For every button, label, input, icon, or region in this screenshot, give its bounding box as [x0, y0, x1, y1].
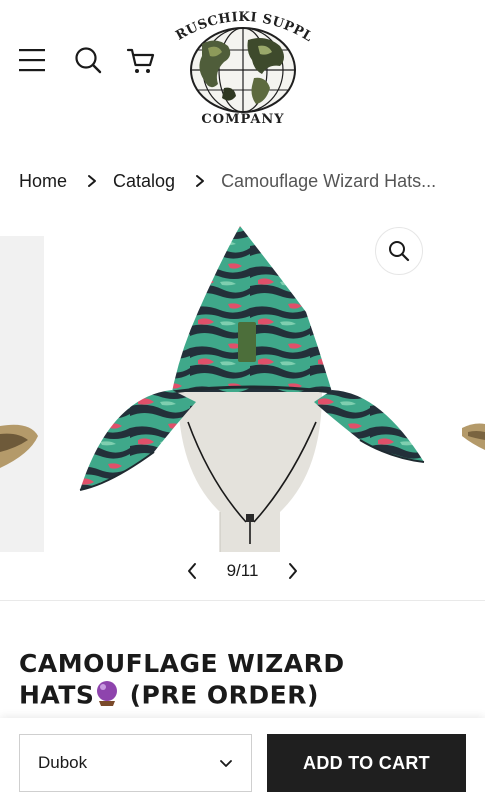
- menu-icon[interactable]: [16, 44, 48, 76]
- zoom-icon: [389, 241, 410, 262]
- chevron-right-icon: [195, 174, 205, 188]
- product-title-line2-post: (PRE ORDER): [120, 680, 319, 710]
- sticky-purchase-bar: Dubok ADD TO CART: [0, 718, 485, 800]
- product-image-camo-wizard-hat[interactable]: [70, 222, 430, 552]
- breadcrumb-home[interactable]: Home: [19, 171, 67, 192]
- site-header: KRUSCHIKI SUPPLY COMPANY: [0, 0, 485, 140]
- variant-selected-value: Dubok: [38, 753, 88, 772]
- product-title-line1: CAMOUFLAGE WIZARD: [19, 649, 345, 678]
- crystal-ball-icon: [94, 679, 120, 714]
- previous-slide-preview[interactable]: [0, 236, 44, 552]
- next-slide-preview[interactable]: [458, 236, 485, 552]
- zoom-button[interactable]: [375, 227, 423, 275]
- product-title-line2-pre: HATS: [19, 680, 95, 710]
- add-to-cart-button[interactable]: ADD TO CART: [267, 734, 466, 792]
- previous-image-button[interactable]: [180, 559, 204, 583]
- chevron-down-icon: [220, 760, 232, 767]
- cart-icon[interactable]: [124, 44, 158, 78]
- breadcrumb-current: Camouflage Wizard Hats...: [221, 170, 437, 191]
- breadcrumb-catalog[interactable]: Catalog: [113, 171, 175, 192]
- search-icon[interactable]: [72, 44, 104, 76]
- breadcrumb: Home Catalog Camouflage Wizard Hats...: [19, 168, 436, 194]
- image-counter: 9/11: [226, 561, 259, 580]
- product-title: CAMOUFLAGE WIZARD HATS (PRE ORDER): [19, 648, 459, 714]
- logo-bottom-text: COMPANY: [201, 112, 285, 127]
- chevron-right-icon: [87, 174, 97, 188]
- product-gallery[interactable]: [0, 222, 485, 552]
- brand-logo[interactable]: KRUSCHIKI SUPPLY COMPANY: [168, 4, 318, 134]
- chevron-right-icon: [288, 563, 297, 579]
- section-divider: [0, 600, 485, 601]
- gallery-pager: 9/11: [180, 556, 305, 586]
- next-image-button[interactable]: [281, 559, 305, 583]
- chevron-left-icon: [188, 563, 196, 579]
- variant-select[interactable]: Dubok: [19, 734, 252, 792]
- globe-icon: [190, 27, 296, 113]
